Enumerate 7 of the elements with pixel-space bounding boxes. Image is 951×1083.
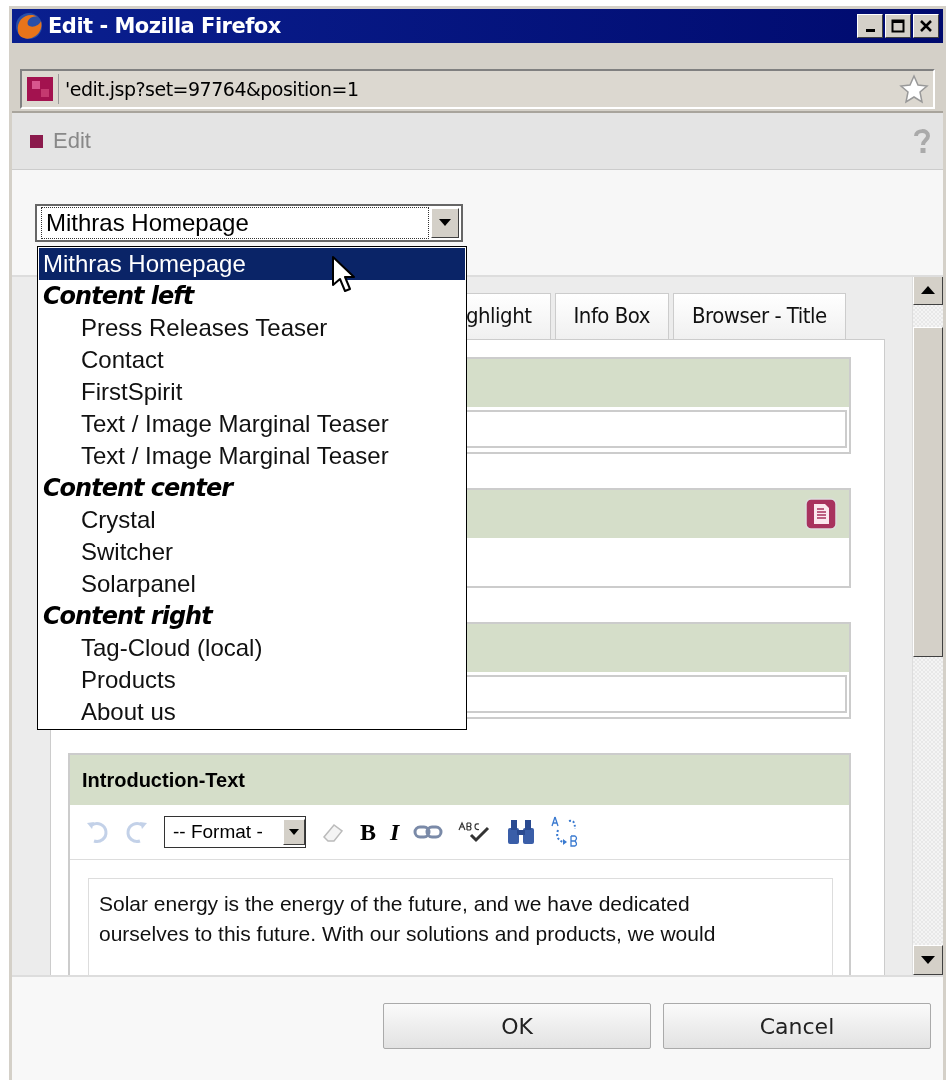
window-title: Edit - Mozilla Firefox xyxy=(48,14,282,38)
option-group-label: Content right xyxy=(42,601,214,632)
option-group-label: Content left xyxy=(42,281,196,312)
dialog-title: Edit xyxy=(53,128,92,154)
option-group-label: Content center xyxy=(42,473,235,504)
url-text: 'edit.jsp?set=97764&position=1 xyxy=(65,78,360,100)
section-title: Introduction-Text xyxy=(70,755,849,805)
